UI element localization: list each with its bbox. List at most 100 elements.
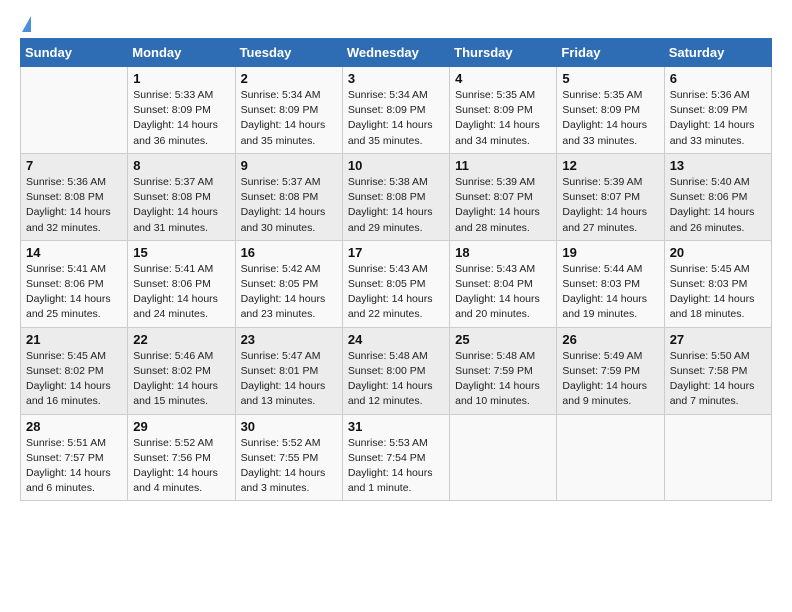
calendar-body: 1 Sunrise: 5:33 AM Sunset: 8:09 PM Daylig… — [21, 67, 772, 501]
day-info: Sunrise: 5:47 AM Sunset: 8:01 PM Dayligh… — [241, 350, 326, 408]
day-info: Sunrise: 5:36 AM Sunset: 8:09 PM Dayligh… — [670, 89, 755, 147]
day-cell-24: 24 Sunrise: 5:48 AM Sunset: 8:00 PM Dayli… — [342, 327, 449, 414]
week-row-2: 7 Sunrise: 5:36 AM Sunset: 8:08 PM Daylig… — [21, 153, 772, 240]
day-number: 29 — [133, 419, 229, 434]
day-info: Sunrise: 5:48 AM Sunset: 7:59 PM Dayligh… — [455, 350, 540, 408]
day-cell-8: 8 Sunrise: 5:37 AM Sunset: 8:08 PM Daylig… — [128, 153, 235, 240]
day-info: Sunrise: 5:44 AM Sunset: 8:03 PM Dayligh… — [562, 263, 647, 321]
day-cell-30: 30 Sunrise: 5:52 AM Sunset: 7:55 PM Dayli… — [235, 414, 342, 501]
day-info: Sunrise: 5:50 AM Sunset: 7:58 PM Dayligh… — [670, 350, 755, 408]
day-info: Sunrise: 5:33 AM Sunset: 8:09 PM Dayligh… — [133, 89, 218, 147]
day-cell-10: 10 Sunrise: 5:38 AM Sunset: 8:08 PM Dayli… — [342, 153, 449, 240]
day-number: 10 — [348, 158, 444, 173]
day-number: 4 — [455, 71, 551, 86]
day-number: 18 — [455, 245, 551, 260]
day-number: 16 — [241, 245, 337, 260]
day-number: 15 — [133, 245, 229, 260]
logo — [20, 16, 31, 30]
day-number: 9 — [241, 158, 337, 173]
week-row-4: 21 Sunrise: 5:45 AM Sunset: 8:02 PM Dayli… — [21, 327, 772, 414]
day-info: Sunrise: 5:34 AM Sunset: 8:09 PM Dayligh… — [241, 89, 326, 147]
day-info: Sunrise: 5:40 AM Sunset: 8:06 PM Dayligh… — [670, 176, 755, 234]
day-cell-31: 31 Sunrise: 5:53 AM Sunset: 7:54 PM Dayli… — [342, 414, 449, 501]
day-info: Sunrise: 5:35 AM Sunset: 8:09 PM Dayligh… — [455, 89, 540, 147]
day-cell-17: 17 Sunrise: 5:43 AM Sunset: 8:05 PM Dayli… — [342, 240, 449, 327]
day-info: Sunrise: 5:52 AM Sunset: 7:55 PM Dayligh… — [241, 437, 326, 495]
day-number: 3 — [348, 71, 444, 86]
day-info: Sunrise: 5:48 AM Sunset: 8:00 PM Dayligh… — [348, 350, 433, 408]
weekday-header-wednesday: Wednesday — [342, 39, 449, 67]
day-number: 30 — [241, 419, 337, 434]
day-info: Sunrise: 5:34 AM Sunset: 8:09 PM Dayligh… — [348, 89, 433, 147]
weekday-header-monday: Monday — [128, 39, 235, 67]
day-cell-18: 18 Sunrise: 5:43 AM Sunset: 8:04 PM Dayli… — [450, 240, 557, 327]
day-cell-23: 23 Sunrise: 5:47 AM Sunset: 8:01 PM Dayli… — [235, 327, 342, 414]
weekday-header-thursday: Thursday — [450, 39, 557, 67]
day-info: Sunrise: 5:41 AM Sunset: 8:06 PM Dayligh… — [133, 263, 218, 321]
day-number: 22 — [133, 332, 229, 347]
day-cell-28: 28 Sunrise: 5:51 AM Sunset: 7:57 PM Dayli… — [21, 414, 128, 501]
day-number: 25 — [455, 332, 551, 347]
day-number: 1 — [133, 71, 229, 86]
day-info: Sunrise: 5:42 AM Sunset: 8:05 PM Dayligh… — [241, 263, 326, 321]
day-number: 7 — [26, 158, 122, 173]
day-cell-3: 3 Sunrise: 5:34 AM Sunset: 8:09 PM Daylig… — [342, 67, 449, 154]
day-info: Sunrise: 5:39 AM Sunset: 8:07 PM Dayligh… — [455, 176, 540, 234]
day-info: Sunrise: 5:51 AM Sunset: 7:57 PM Dayligh… — [26, 437, 111, 495]
day-cell-4: 4 Sunrise: 5:35 AM Sunset: 8:09 PM Daylig… — [450, 67, 557, 154]
day-cell-13: 13Sunrise: 5:40 AM Sunset: 8:06 PM Dayli… — [664, 153, 771, 240]
day-number: 24 — [348, 332, 444, 347]
day-cell-26: 26Sunrise: 5:49 AM Sunset: 7:59 PM Dayli… — [557, 327, 664, 414]
week-row-5: 28 Sunrise: 5:51 AM Sunset: 7:57 PM Dayli… — [21, 414, 772, 501]
day-cell-1: 1 Sunrise: 5:33 AM Sunset: 8:09 PM Daylig… — [128, 67, 235, 154]
week-row-1: 1 Sunrise: 5:33 AM Sunset: 8:09 PM Daylig… — [21, 67, 772, 154]
day-cell-15: 15 Sunrise: 5:41 AM Sunset: 8:06 PM Dayli… — [128, 240, 235, 327]
day-cell-9: 9Sunrise: 5:37 AM Sunset: 8:08 PM Daylig… — [235, 153, 342, 240]
day-number: 23 — [241, 332, 337, 347]
day-cell-6: 6Sunrise: 5:36 AM Sunset: 8:09 PM Daylig… — [664, 67, 771, 154]
day-number: 17 — [348, 245, 444, 260]
day-number: 8 — [133, 158, 229, 173]
day-number: 5 — [562, 71, 658, 86]
day-info: Sunrise: 5:43 AM Sunset: 8:05 PM Dayligh… — [348, 263, 433, 321]
day-cell-19: 19 Sunrise: 5:44 AM Sunset: 8:03 PM Dayli… — [557, 240, 664, 327]
day-cell-5: 5Sunrise: 5:35 AM Sunset: 8:09 PM Daylig… — [557, 67, 664, 154]
empty-cell — [557, 414, 664, 501]
day-number: 12 — [562, 158, 658, 173]
day-number: 14 — [26, 245, 122, 260]
day-number: 31 — [348, 419, 444, 434]
day-cell-20: 20 Sunrise: 5:45 AM Sunset: 8:03 PM Dayli… — [664, 240, 771, 327]
weekday-header-friday: Friday — [557, 39, 664, 67]
day-info: Sunrise: 5:37 AM Sunset: 8:08 PM Dayligh… — [133, 176, 218, 234]
day-info: Sunrise: 5:41 AM Sunset: 8:06 PM Dayligh… — [26, 263, 111, 321]
day-info: Sunrise: 5:38 AM Sunset: 8:08 PM Dayligh… — [348, 176, 433, 234]
day-number: 21 — [26, 332, 122, 347]
weekday-header-sunday: Sunday — [21, 39, 128, 67]
calendar-header: SundayMondayTuesdayWednesdayThursdayFrid… — [21, 39, 772, 67]
day-cell-25: 25 Sunrise: 5:48 AM Sunset: 7:59 PM Dayli… — [450, 327, 557, 414]
weekday-header-row: SundayMondayTuesdayWednesdayThursdayFrid… — [21, 39, 772, 67]
day-cell-2: 2 Sunrise: 5:34 AM Sunset: 8:09 PM Daylig… — [235, 67, 342, 154]
logo-triangle-icon — [22, 16, 31, 32]
day-info: Sunrise: 5:36 AM Sunset: 8:08 PM Dayligh… — [26, 176, 111, 234]
day-cell-16: 16 Sunrise: 5:42 AM Sunset: 8:05 PM Dayli… — [235, 240, 342, 327]
calendar-page: SundayMondayTuesdayWednesdayThursdayFrid… — [0, 0, 792, 521]
day-cell-22: 22Sunrise: 5:46 AM Sunset: 8:02 PM Dayli… — [128, 327, 235, 414]
day-info: Sunrise: 5:45 AM Sunset: 8:03 PM Dayligh… — [670, 263, 755, 321]
day-number: 11 — [455, 158, 551, 173]
day-number: 19 — [562, 245, 658, 260]
weekday-header-tuesday: Tuesday — [235, 39, 342, 67]
day-number: 26 — [562, 332, 658, 347]
day-info: Sunrise: 5:39 AM Sunset: 8:07 PM Dayligh… — [562, 176, 647, 234]
day-info: Sunrise: 5:53 AM Sunset: 7:54 PM Dayligh… — [348, 437, 433, 495]
day-number: 28 — [26, 419, 122, 434]
day-number: 2 — [241, 71, 337, 86]
day-cell-27: 27Sunrise: 5:50 AM Sunset: 7:58 PM Dayli… — [664, 327, 771, 414]
empty-cell — [450, 414, 557, 501]
day-cell-12: 12 Sunrise: 5:39 AM Sunset: 8:07 PM Dayli… — [557, 153, 664, 240]
day-info: Sunrise: 5:45 AM Sunset: 8:02 PM Dayligh… — [26, 350, 111, 408]
day-number: 20 — [670, 245, 766, 260]
day-cell-29: 29Sunrise: 5:52 AM Sunset: 7:56 PM Dayli… — [128, 414, 235, 501]
day-info: Sunrise: 5:43 AM Sunset: 8:04 PM Dayligh… — [455, 263, 540, 321]
calendar-table: SundayMondayTuesdayWednesdayThursdayFrid… — [20, 38, 772, 501]
